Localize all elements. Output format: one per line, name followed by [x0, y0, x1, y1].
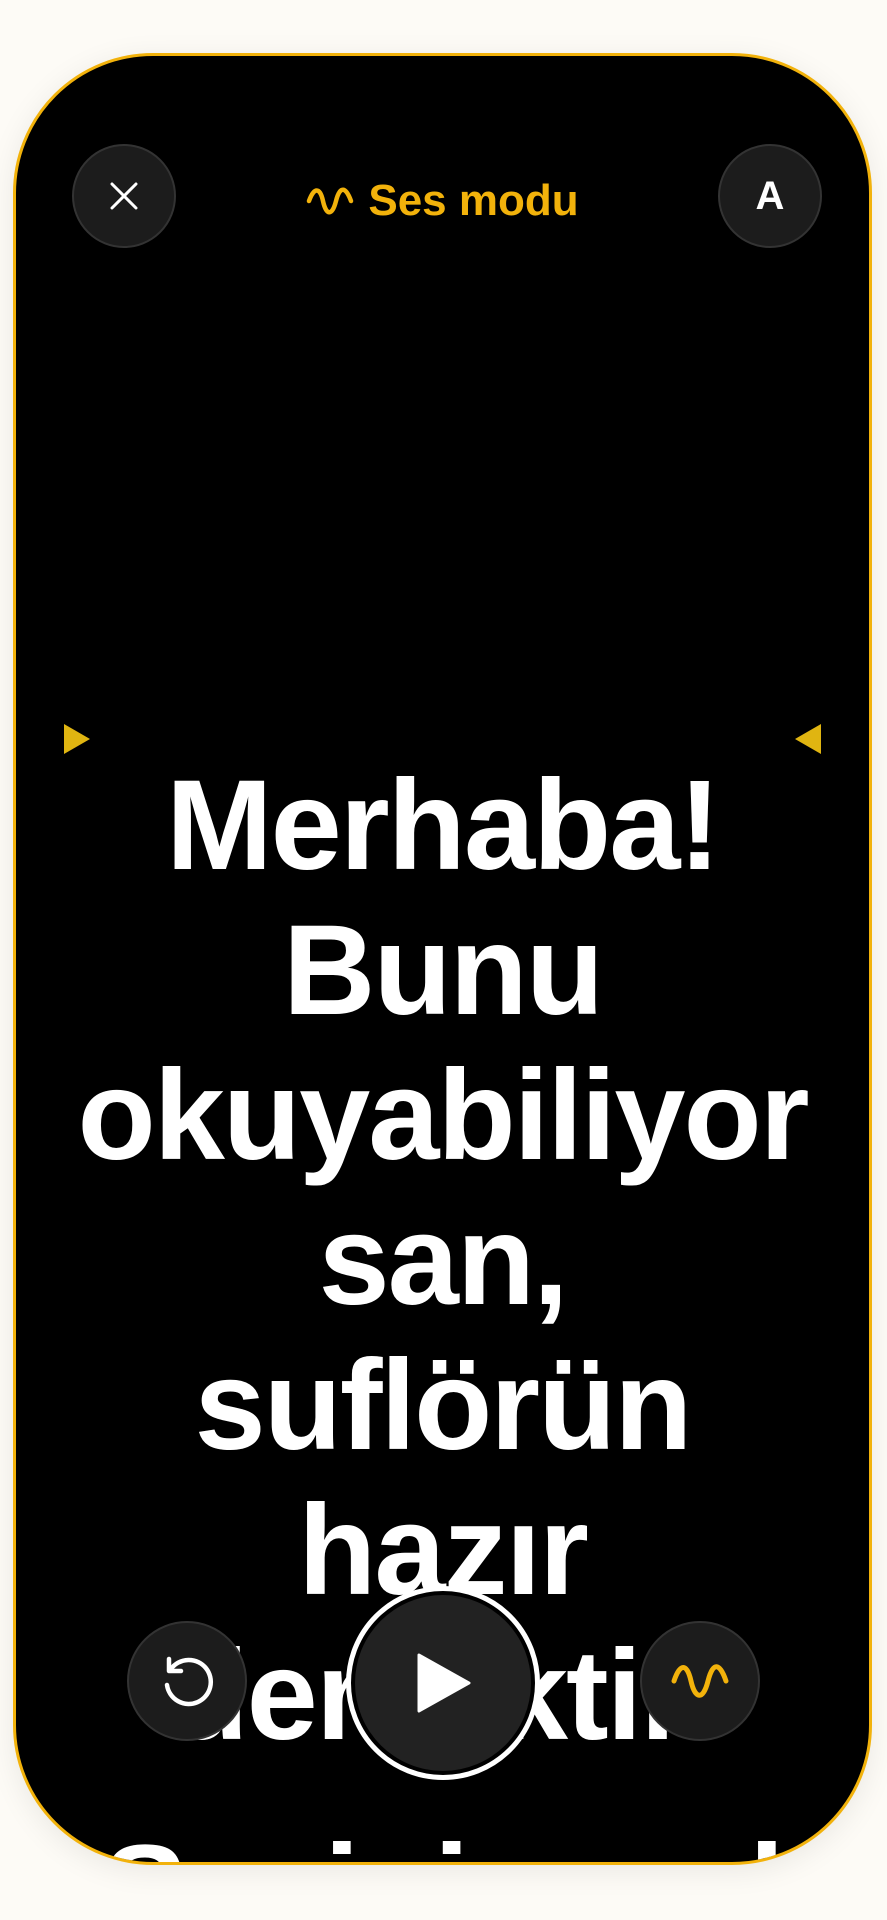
waveform-icon — [307, 187, 354, 215]
waveform-icon — [671, 1664, 729, 1698]
reading-line-marker-right-icon — [795, 724, 821, 754]
teleprompter-screen: Ses modu A Merhaba! Bunu okuyabiliyorsan… — [13, 53, 872, 1865]
voice-tracking-button[interactable] — [640, 1621, 760, 1741]
play-icon — [417, 1653, 471, 1713]
mode-label: Ses modu — [368, 176, 579, 225]
restart-icon — [164, 1656, 213, 1707]
font-size-icon: A — [755, 173, 785, 218]
script-next-paragraph: Sesini nasıl — [56, 1818, 829, 1862]
restart-button[interactable] — [127, 1621, 247, 1741]
reading-line-marker-left-icon — [64, 724, 90, 754]
play-button-inner — [355, 1595, 531, 1771]
play-button[interactable] — [346, 1586, 540, 1780]
font-size-button[interactable]: A — [718, 144, 822, 248]
